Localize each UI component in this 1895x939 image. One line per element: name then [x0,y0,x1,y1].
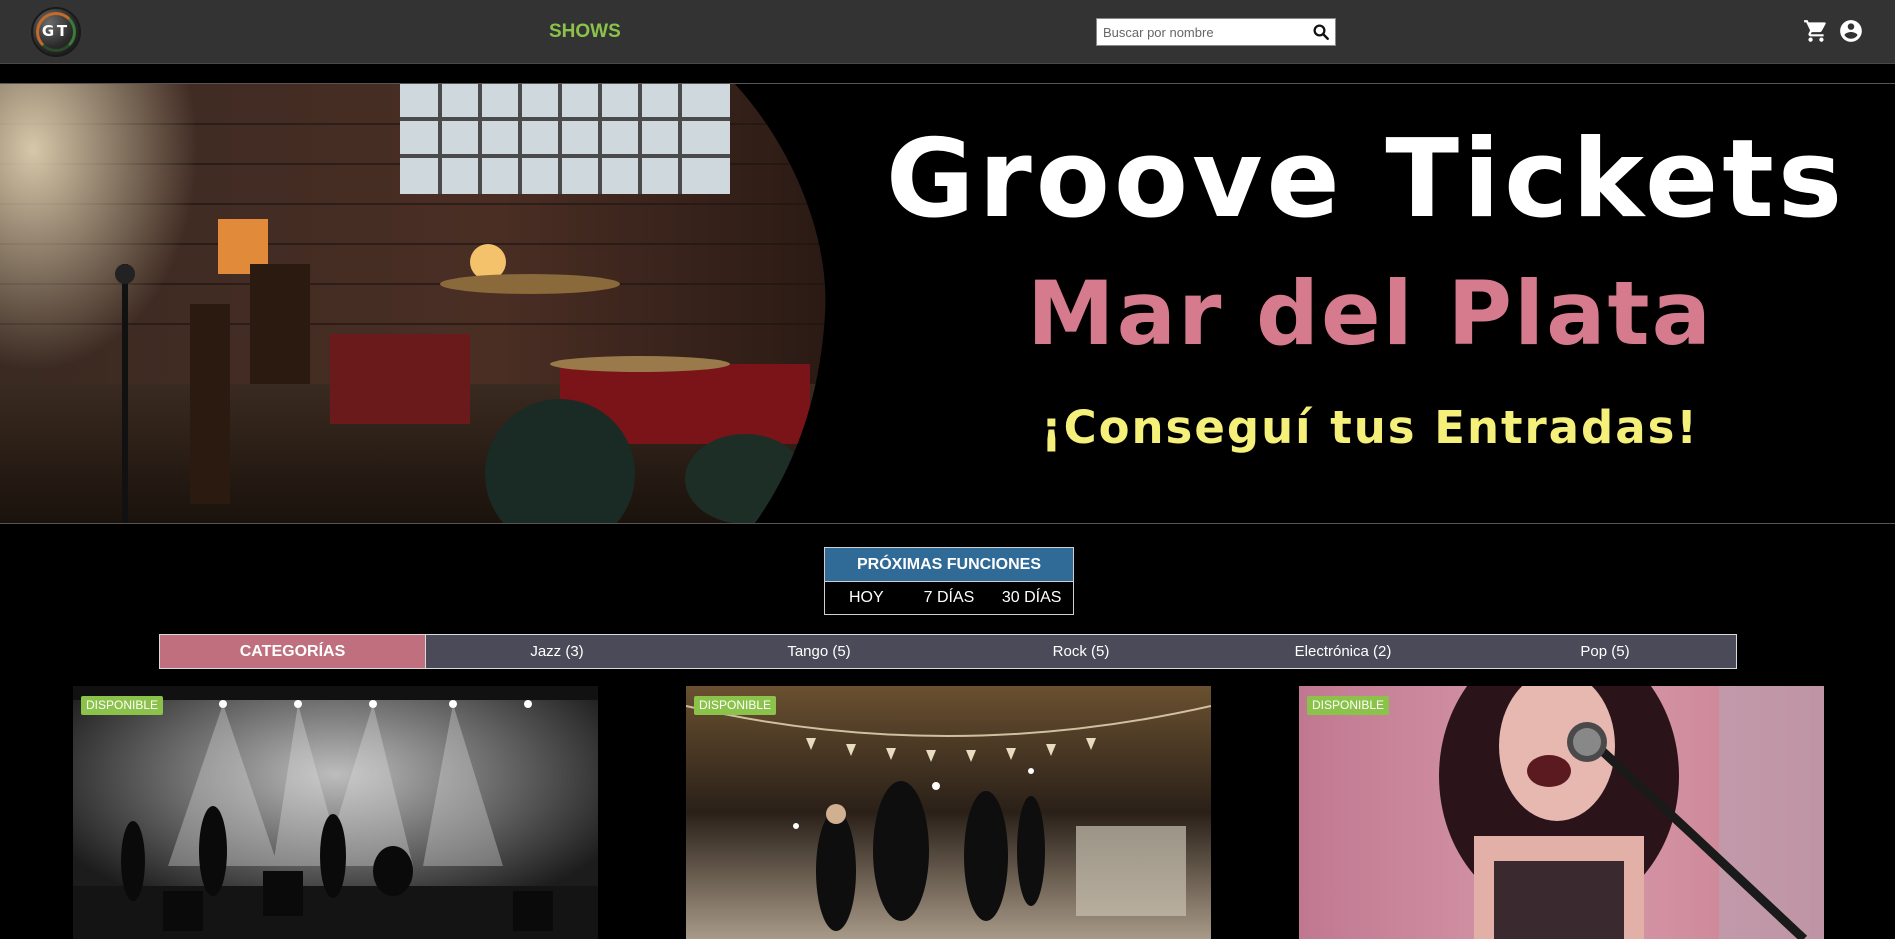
category-rock[interactable]: Rock (5) [950,635,1212,668]
search-box [1096,18,1336,46]
filter-today[interactable]: HOY [825,582,908,614]
hero-divider-bottom [0,523,1895,524]
hero-subtitle: Mar del Plata [1027,262,1713,365]
category-pop[interactable]: Pop (5) [1474,635,1736,668]
category-tango[interactable]: Tango (5) [688,635,950,668]
category-jazz[interactable]: Jazz (3) [426,635,688,668]
upcoming-shows-filter: PRÓXIMAS FUNCIONES HOY 7 DÍAS 30 DÍAS [824,547,1074,615]
categories-bar: CATEGORÍAS Jazz (3) Tango (5) Rock (5) E… [159,634,1737,669]
availability-badge: DISPONIBLE [81,696,164,715]
availability-badge: DISPONIBLE [694,696,777,715]
account-circle-icon[interactable] [1838,18,1864,44]
filter-7-days[interactable]: 7 DÍAS [908,582,991,614]
logo-text: GT [41,22,71,40]
search-icon[interactable] [1312,23,1330,41]
nav-link-shows[interactable]: SHOWS [549,21,621,43]
show-image-singer[interactable] [1299,686,1824,939]
hero-stage-photo [0,84,826,523]
hero-tagline: ¡Conseguí tus Entradas! [1041,401,1699,454]
search-input[interactable] [1097,19,1307,45]
availability-badge: DISPONIBLE [1307,696,1390,715]
hero-title: Groove Tickets [885,117,1847,242]
logo[interactable]: GT [31,7,81,57]
hero-banner: Groove Tickets Mar del Plata ¡Conseguí t… [0,84,1895,523]
filter-30-days[interactable]: 30 DÍAS [990,582,1073,614]
cart-icon[interactable] [1803,18,1829,44]
show-image-dance-party[interactable] [686,686,1211,939]
show-card[interactable]: DISPONIBLE [686,686,1211,939]
upcoming-shows-title: PRÓXIMAS FUNCIONES [825,548,1073,582]
top-navbar: GT SHOWS [0,0,1895,64]
categories-title: CATEGORÍAS [160,635,426,668]
category-electronica[interactable]: Electrónica (2) [1212,635,1474,668]
show-card[interactable]: DISPONIBLE [73,686,598,939]
show-card[interactable]: DISPONIBLE [1299,686,1824,939]
show-image-rock-band[interactable] [73,686,598,939]
